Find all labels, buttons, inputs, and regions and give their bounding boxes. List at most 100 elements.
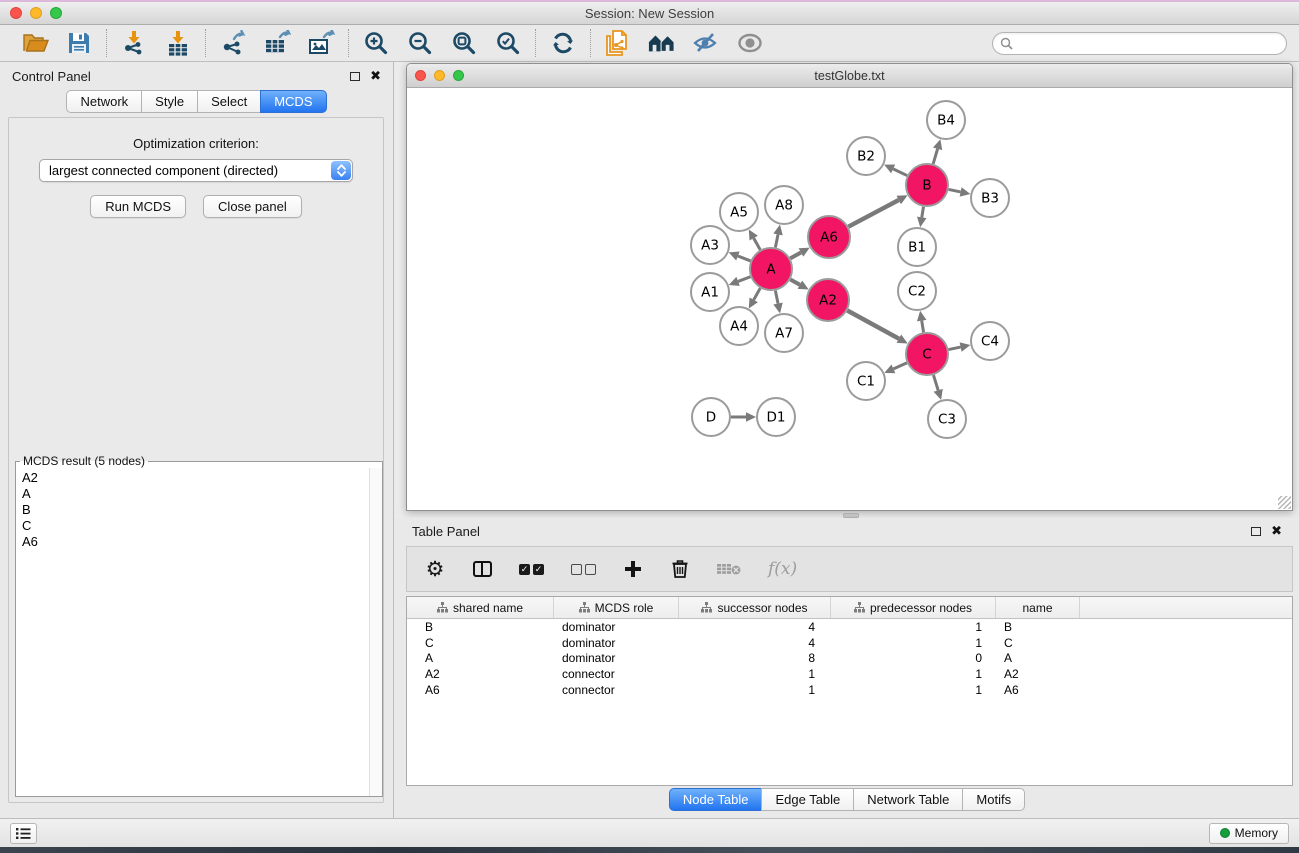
table-cell[interactable]: 4 [679, 636, 831, 650]
memory-button[interactable]: Memory [1209, 823, 1289, 844]
table-cell[interactable]: A2 [407, 667, 554, 681]
table-cell[interactable]: 1 [831, 667, 996, 681]
table-cell[interactable]: connector [554, 683, 679, 697]
graph-node-A3[interactable]: A3 [691, 226, 729, 264]
graph-node-B[interactable]: B [906, 164, 948, 206]
column-header-name[interactable]: name [996, 597, 1080, 618]
graph-edge-A-A1[interactable] [738, 277, 750, 282]
graph-edge-A-A3[interactable] [738, 256, 751, 261]
graph-node-A1[interactable]: A1 [691, 273, 729, 311]
graph-node-B4[interactable]: B4 [927, 101, 965, 139]
table-cell[interactable]: connector [554, 667, 679, 681]
show-log-button[interactable] [10, 823, 37, 844]
graph-node-C3[interactable]: C3 [928, 400, 966, 438]
close-panel-icon[interactable]: ✖ [370, 71, 381, 81]
zoom-in-icon[interactable] [362, 29, 390, 57]
close-table-panel-icon[interactable]: ✖ [1271, 526, 1282, 536]
add-column-icon[interactable] [623, 559, 643, 579]
tab-motifs[interactable]: Motifs [962, 788, 1025, 811]
graph-node-C[interactable]: C [906, 333, 948, 375]
table-cell[interactable]: A [996, 651, 1080, 665]
table-row[interactable]: A2connector11A2 [407, 666, 1292, 682]
table-cell[interactable]: 1 [831, 683, 996, 697]
select-all-columns-icon[interactable]: ✓✓ [519, 564, 544, 575]
graph-edge-B-B2[interactable] [893, 169, 907, 176]
table-cell[interactable]: B [996, 620, 1080, 634]
table-row[interactable]: Adominator80A [407, 651, 1292, 667]
table-cell[interactable]: C [407, 636, 554, 650]
table-row[interactable]: Bdominator41B [407, 619, 1292, 635]
mcds-result-item[interactable]: C [22, 518, 363, 534]
graph-edge-A-A7[interactable] [775, 291, 778, 304]
network-graph[interactable]: B4B2BB3B1A5A8A6A3AA1C2A2A4A7C4CC1C3DD1 [407, 88, 1292, 510]
mcds-result-item[interactable]: A6 [22, 534, 363, 550]
graph-node-A5[interactable]: A5 [720, 193, 758, 231]
window-resize-grip[interactable] [1278, 496, 1291, 509]
graph-node-B2[interactable]: B2 [847, 137, 885, 175]
delete-table-icon[interactable] [717, 562, 741, 576]
tab-network-table[interactable]: Network Table [853, 788, 962, 811]
graph-node-A7[interactable]: A7 [765, 314, 803, 352]
mcds-result-item[interactable]: A [22, 486, 363, 502]
save-session-icon[interactable] [65, 29, 93, 57]
import-network-icon[interactable] [120, 29, 148, 57]
search-field[interactable] [992, 32, 1287, 55]
zoom-selected-icon[interactable] [494, 29, 522, 57]
tab-edge-table[interactable]: Edge Table [761, 788, 853, 811]
tab-mcds[interactable]: MCDS [260, 90, 326, 113]
graph-node-A[interactable]: A [750, 248, 792, 290]
show-hidden-icon[interactable] [736, 29, 764, 57]
table-cell[interactable]: 8 [679, 651, 831, 665]
graph-edge-A2-C[interactable] [847, 311, 899, 339]
table-row[interactable]: Cdominator41C [407, 635, 1292, 651]
graph-edge-A-A8[interactable] [775, 234, 778, 247]
graph-node-B3[interactable]: B3 [971, 179, 1009, 217]
graph-edge-C-C4[interactable] [949, 347, 961, 349]
table-cell[interactable]: dominator [554, 651, 679, 665]
tab-select[interactable]: Select [197, 90, 260, 113]
table-cell[interactable]: A6 [407, 683, 554, 697]
graph-edge-B-B3[interactable] [949, 189, 961, 191]
graph-edge-A-A6[interactable] [790, 252, 801, 258]
table-cell[interactable]: 0 [831, 651, 996, 665]
graph-node-C4[interactable]: C4 [971, 322, 1009, 360]
tab-network[interactable]: Network [66, 90, 141, 113]
tab-style[interactable]: Style [141, 90, 197, 113]
graph-node-A8[interactable]: A8 [765, 186, 803, 224]
graph-node-D1[interactable]: D1 [757, 398, 795, 436]
graph-node-A4[interactable]: A4 [720, 307, 758, 345]
network-window-titlebar[interactable]: testGlobe.txt [407, 64, 1292, 88]
graph-node-C2[interactable]: C2 [898, 272, 936, 310]
mcds-result-item[interactable]: B [22, 502, 363, 518]
show-all-networks-icon[interactable] [648, 29, 676, 57]
zoom-fit-icon[interactable] [450, 29, 478, 57]
graph-node-A2[interactable]: A2 [807, 279, 849, 321]
network-canvas[interactable]: B4B2BB3B1A5A8A6A3AA1C2A2A4A7C4CC1C3DD1 [407, 88, 1292, 510]
open-session-icon[interactable] [21, 29, 49, 57]
table-cell[interactable]: 1 [679, 683, 831, 697]
table-cell[interactable]: dominator [554, 620, 679, 634]
float-panel-icon[interactable] [350, 72, 360, 81]
mcds-result-item[interactable]: A2 [22, 470, 363, 486]
graph-node-C1[interactable]: C1 [847, 362, 885, 400]
graph-edge-C-C3[interactable] [933, 375, 938, 390]
table-cell[interactable]: A [407, 651, 554, 665]
table-cell[interactable]: 1 [831, 620, 996, 634]
table-cell[interactable]: A2 [996, 667, 1080, 681]
result-scrollbar[interactable] [369, 468, 382, 796]
hide-selected-icon[interactable] [692, 29, 720, 57]
graph-node-A6[interactable]: A6 [808, 216, 850, 258]
table-row[interactable]: A6connector11A6 [407, 682, 1292, 698]
criterion-dropdown[interactable]: largest connected component (directed) [39, 159, 353, 182]
graph-edge-A-A5[interactable] [754, 238, 761, 250]
column-header-successor-nodes[interactable]: successor nodes [679, 597, 831, 618]
table-cell[interactable]: 1 [679, 667, 831, 681]
table-cell[interactable]: B [407, 620, 554, 634]
zoom-out-icon[interactable] [406, 29, 434, 57]
graph-edge-C-C2[interactable] [922, 321, 924, 333]
column-header-shared-name[interactable]: shared name [407, 597, 554, 618]
tab-node-table[interactable]: Node Table [669, 788, 762, 811]
graph-edge-B-B4[interactable] [933, 149, 937, 164]
graph-edge-B-B1[interactable] [922, 207, 924, 218]
export-table-icon[interactable] [263, 29, 291, 57]
